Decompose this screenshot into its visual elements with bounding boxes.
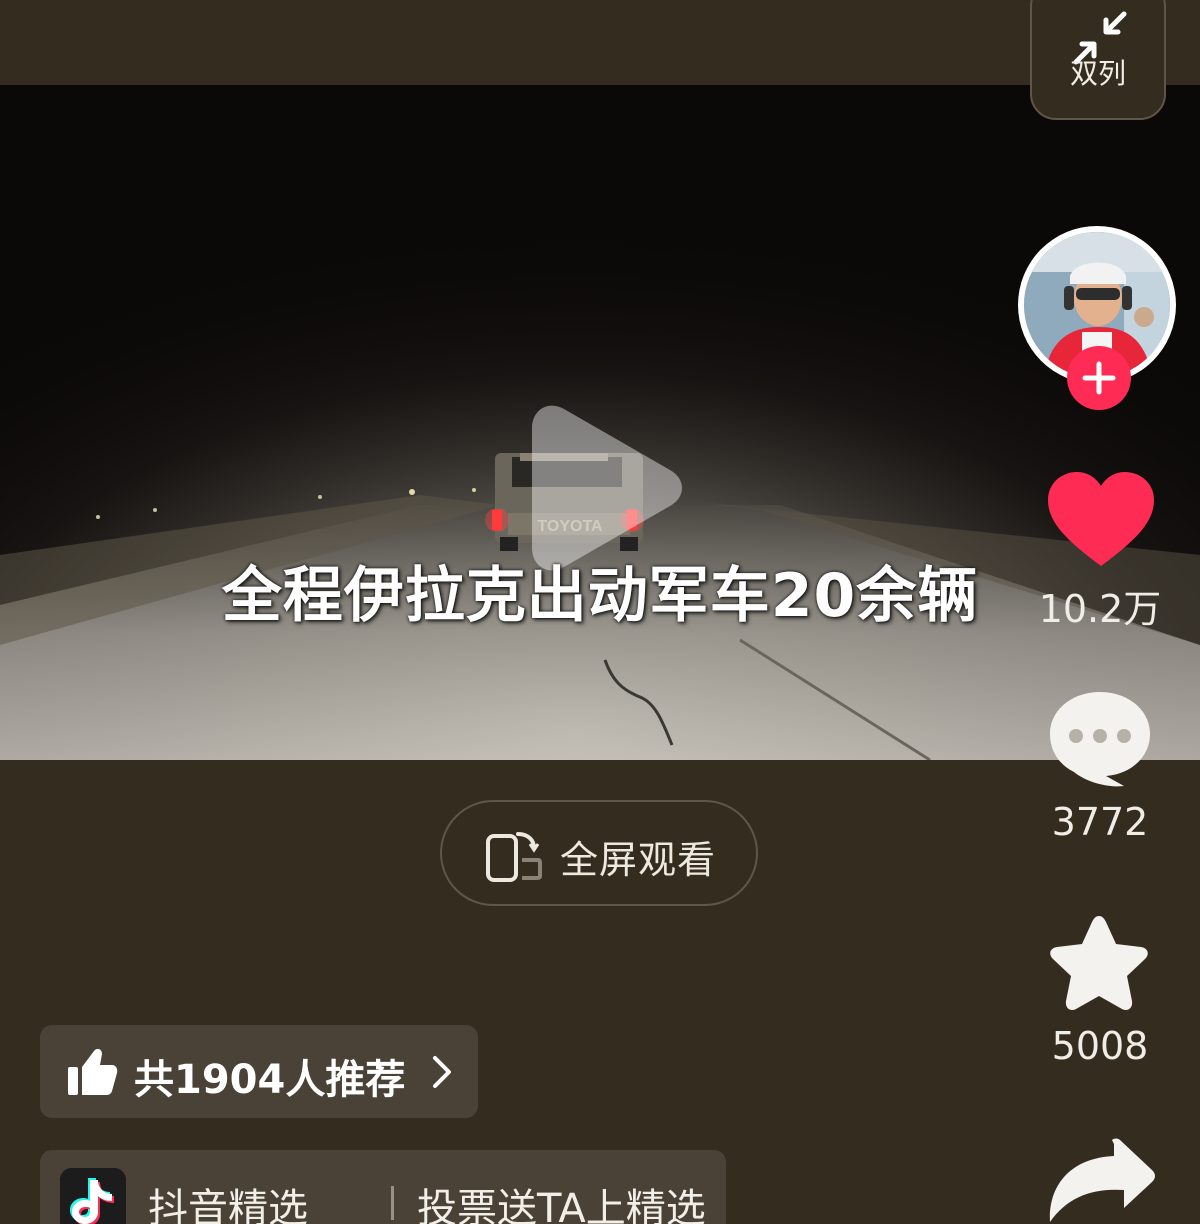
like-count: 10.2万 bbox=[1038, 587, 1162, 631]
comment-count: 3772 bbox=[1051, 800, 1149, 844]
follow-button[interactable] bbox=[1067, 346, 1131, 410]
video-player[interactable]: TOYOTA 全程伊拉克出动军车20余辆 bbox=[0, 85, 1200, 760]
comment-icon[interactable] bbox=[1046, 688, 1154, 788]
heart-icon[interactable] bbox=[1046, 470, 1156, 570]
thumbs-up-icon bbox=[68, 1048, 118, 1095]
video-feed-screen: TOYOTA 全程伊拉克出动军车20余辆 双列 10.2万 3772 5008 … bbox=[0, 0, 1200, 1224]
fullscreen-button[interactable]: 全屏观看 bbox=[440, 800, 758, 906]
plus-icon bbox=[1082, 361, 1116, 395]
top-band bbox=[0, 0, 1200, 85]
favorite-count: 5008 bbox=[1051, 1024, 1149, 1068]
divider bbox=[391, 1186, 394, 1220]
chevron-right-icon bbox=[433, 1056, 451, 1088]
star-icon[interactable] bbox=[1044, 912, 1154, 1018]
share-icon[interactable] bbox=[1044, 1136, 1158, 1224]
fullscreen-label: 全屏观看 bbox=[560, 838, 717, 882]
douyin-select-pill[interactable]: 抖音精选 投票送TA上精选 bbox=[40, 1150, 726, 1224]
douyin-logo-icon bbox=[60, 1168, 126, 1224]
double-column-button[interactable]: 双列 bbox=[1030, 0, 1166, 120]
rotate-phone-icon bbox=[486, 832, 542, 882]
douyin-select-cta: 投票送TA上精选 bbox=[417, 1186, 706, 1224]
double-column-label: 双列 bbox=[1069, 57, 1126, 90]
recommend-pill[interactable]: 共1904人推荐 bbox=[40, 1025, 478, 1118]
recommend-label: 共1904人推荐 bbox=[134, 1057, 406, 1103]
douyin-select-brand: 抖音精选 bbox=[148, 1186, 308, 1224]
